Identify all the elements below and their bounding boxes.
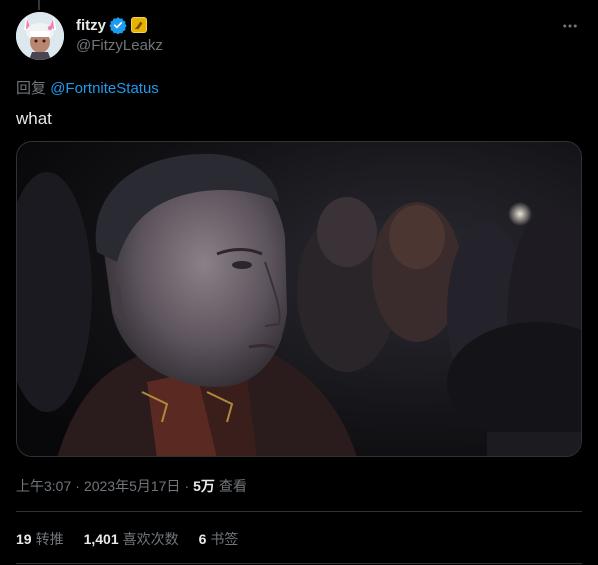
verified-badge-icon[interactable]	[109, 16, 127, 34]
bookmarks-stat[interactable]: 6 书签	[199, 529, 239, 549]
likes-count: 1,401	[83, 531, 119, 547]
tweet-meta: 上午3:07 · 2023年5月17日 · 5万 查看	[16, 476, 247, 496]
divider-top	[16, 511, 582, 512]
tweet-header: fitzy @FitzyLeakz	[16, 12, 582, 60]
reply-mention-link[interactable]: @FortniteStatus	[50, 80, 159, 97]
views-label: 查看	[218, 478, 247, 494]
bookmarks-count: 6	[198, 531, 207, 547]
reply-prefix: 回复	[16, 80, 47, 97]
more-options-icon[interactable]	[558, 14, 582, 38]
affiliate-badge-icon[interactable]	[131, 17, 147, 33]
tweet-date[interactable]: 2023年5月17日	[84, 476, 181, 496]
avatar[interactable]	[16, 12, 64, 60]
tweet-time[interactable]: 上午3:07	[16, 476, 71, 496]
likes-stat[interactable]: 1,401 喜欢次数	[84, 529, 179, 549]
avatar-image	[16, 12, 64, 60]
name-row: fitzy	[76, 15, 163, 35]
views-count: 5万	[193, 478, 215, 494]
retweets-label: 转推	[35, 531, 64, 547]
retweets-stat[interactable]: 19 转推	[16, 529, 64, 549]
meta-separator: ·	[75, 478, 80, 494]
author-handle[interactable]: @FitzyLeakz	[76, 37, 163, 54]
likes-label: 喜欢次数	[122, 531, 179, 547]
bookmarks-label: 书签	[210, 531, 239, 547]
thread-connector-line	[38, 0, 40, 10]
author-names: fitzy @FitzyLeakz	[76, 12, 163, 55]
tweet-media[interactable]	[16, 141, 582, 457]
tweet-text: what	[16, 109, 52, 128]
meta-separator-2: ·	[184, 478, 190, 494]
divider-bottom	[16, 563, 582, 564]
tweet-stats: 19 转推 1,401 喜欢次数 6 书签	[16, 529, 258, 549]
reply-context: 回复 @FortniteStatus	[16, 77, 159, 98]
media-image	[17, 142, 581, 456]
display-name[interactable]: fitzy	[76, 17, 106, 34]
retweets-count: 19	[16, 531, 32, 547]
